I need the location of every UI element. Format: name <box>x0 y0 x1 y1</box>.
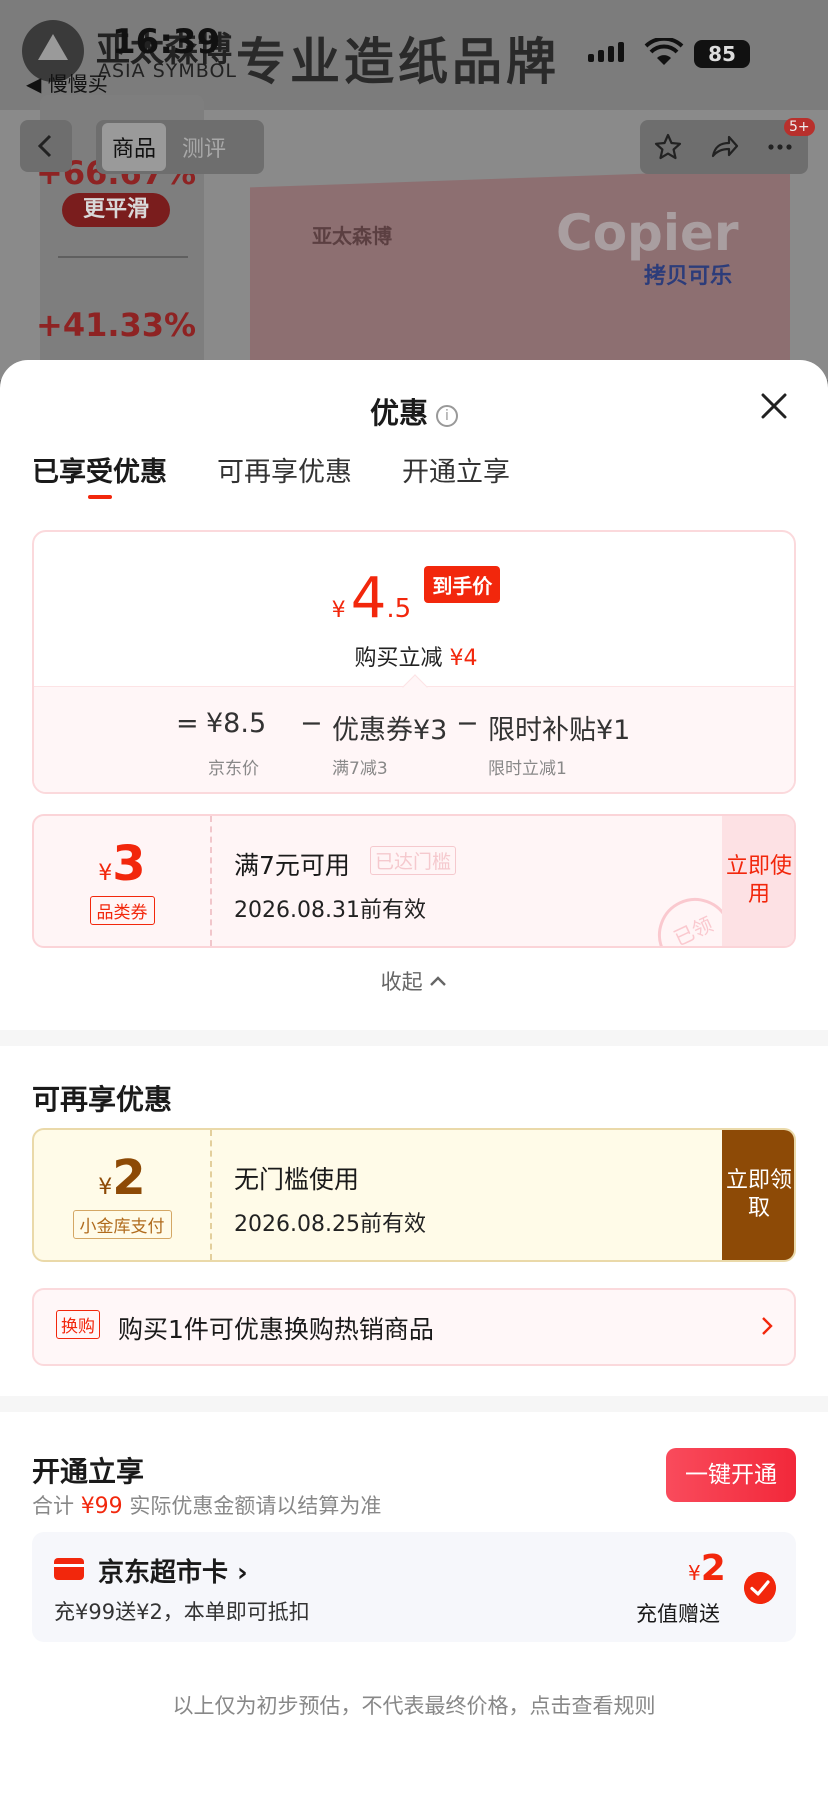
back-button[interactable] <box>20 120 72 172</box>
wifi-icon <box>644 38 684 65</box>
collapse-toggle[interactable]: 收起 <box>0 966 828 996</box>
background-product-page: 亚太森博 ASIA SYMBOL 专业造纸品牌 +66.67% 更平滑 +41.… <box>0 0 828 380</box>
total-prefix: 合计 <box>32 1494 74 1518</box>
sheet-header: 优惠 i <box>0 390 828 432</box>
paper-kaobei-text: 拷贝可乐 <box>644 264 733 289</box>
use-now-button[interactable]: 立即使用 <box>722 816 794 946</box>
chevron-left-icon <box>37 134 52 158</box>
exchange-text: 购买1件可优惠换购热销商品 <box>118 1315 434 1344</box>
gift-label: 充值赠送 <box>636 1602 720 1626</box>
vault-coupon: ¥2 小金库支付 无门槛使用 2026.08.25前有效 立即领取 <box>32 1128 796 1262</box>
signal-icon <box>588 42 624 62</box>
message-badge: 5+ <box>784 118 815 136</box>
formula-jd-price-label: 京东价 <box>208 759 259 779</box>
formula-coupon: 优惠券¥3 <box>332 715 448 746</box>
coupon-condition: 满7元可用 <box>234 851 350 880</box>
brand-name-en: ASIA SYMBOL <box>98 60 237 82</box>
coupon-yen: ¥ <box>98 861 113 886</box>
more-icon[interactable] <box>765 132 795 162</box>
promotion-sheet: 优惠 i 已享受优惠 可再享优惠 开通立享 ¥ 4.5 到手价 购买立减 ¥4 =… <box>0 360 828 1795</box>
card-icon <box>54 1558 84 1580</box>
price-decimal: .5 <box>386 594 412 624</box>
stat-second: +41.33% <box>36 306 197 344</box>
card-description: 充¥99送¥2，本单即可抵扣 <box>54 1600 310 1624</box>
close-icon[interactable] <box>758 390 790 422</box>
price-integer: 4 <box>350 566 387 631</box>
reduction-label: 购买立减 <box>354 646 443 671</box>
star-icon[interactable] <box>653 132 683 162</box>
tab-open-enjoy[interactable]: 开通立享 <box>402 450 510 499</box>
product-nav-tabs: 商品 测评 <box>96 120 264 174</box>
final-price-tag: 到手价 <box>424 566 501 603</box>
yen-symbol: ¥ <box>331 598 346 623</box>
tab-enjoyed[interactable]: 已享受优惠 <box>32 450 167 499</box>
gift-yen: ¥ <box>688 1561 701 1585</box>
coupon-validity: 2026.08.31前有效 <box>234 898 426 923</box>
open-enjoy-title: 开通立享 <box>32 1455 145 1488</box>
status-time: 16:39 <box>112 22 221 62</box>
formula-subsidy: 限时补贴¥1 <box>488 715 631 746</box>
threshold-reached-tag: 已达门槛 <box>370 846 457 875</box>
coupon-value: ¥3 品类券 <box>34 816 210 946</box>
tab-product[interactable]: 商品 <box>102 123 167 171</box>
tab-review[interactable]: 测评 <box>172 123 236 171</box>
formula-minus: − <box>456 708 479 739</box>
battery-icon: 85 <box>694 40 750 68</box>
coupon-amount: 3 <box>112 836 146 892</box>
section-separator <box>0 1030 828 1046</box>
more-offers-title: 可再享优惠 <box>32 1083 173 1116</box>
one-click-open-button[interactable]: 一键开通 <box>666 1448 796 1502</box>
coupon-amount: 2 <box>112 1150 146 1206</box>
exchange-tag: 换购 <box>56 1310 100 1339</box>
rules-disclaimer-link[interactable]: 以上仅为初步预估，不代表最终价格，点击查看规则 <box>0 1690 828 1720</box>
coupon-condition: 无门槛使用 <box>234 1165 360 1194</box>
banner-slogan: 专业造纸品牌 <box>236 33 560 91</box>
claim-now-button[interactable]: 立即领取 <box>722 1130 794 1260</box>
gift-amount: ¥2 <box>688 1548 726 1589</box>
final-price-card: ¥ 4.5 到手价 购买立减 ¥4 = ¥8.5 京东价 − 优惠券¥3 满7减… <box>32 530 796 794</box>
sheet-title: 优惠 <box>369 396 428 430</box>
paper-brand: 亚太森博 <box>312 224 392 248</box>
reduction-amount: ¥4 <box>449 646 478 671</box>
coupon-type-label: 品类券 <box>89 896 155 925</box>
gift-value: 2 <box>700 1548 726 1589</box>
promotion-tabs: 已享受优惠 可再享优惠 开通立享 <box>32 450 510 499</box>
formula-coupon-rule: 满7减3 <box>332 759 388 779</box>
brand-logo-mark <box>38 34 68 60</box>
stat-label: 更平滑 <box>62 193 170 227</box>
total-amount: ¥99 <box>80 1494 123 1519</box>
tab-more-available[interactable]: 可再享优惠 <box>217 450 352 499</box>
exchange-offer-row[interactable]: 换购 购买1件可优惠换购热销商品 <box>32 1288 796 1366</box>
info-icon[interactable]: i <box>436 405 458 427</box>
coupon-yen: ¥ <box>98 1175 113 1200</box>
supermarket-card-option[interactable]: 京东超市卡 › 充¥99送¥2，本单即可抵扣 ¥2 充值赠送 <box>32 1532 796 1642</box>
formula-jd-price: ¥8.5 <box>206 708 267 739</box>
category-coupon: ¥3 品类券 满7元可用 已达门槛 2026.08.31前有效 已领 立即使用 <box>32 814 796 948</box>
formula-subsidy-rule: 限时立减1 <box>488 759 567 779</box>
coupon-validity: 2026.08.25前有效 <box>234 1212 426 1237</box>
chevron-right-icon <box>762 1317 773 1335</box>
instant-reduction: 购买立减 ¥4 <box>34 640 794 672</box>
back-to-app[interactable]: ◀ 慢慢买 <box>26 68 108 97</box>
paper-copier-text: Copier <box>556 204 739 262</box>
coupon-divider <box>210 816 212 946</box>
share-icon[interactable] <box>709 132 739 162</box>
card-name-link[interactable]: 京东超市卡 › <box>98 1552 248 1589</box>
chevron-up-icon <box>430 976 447 986</box>
nav-actions <box>640 120 808 174</box>
total-summary: 合计 ¥99 实际优惠金额请以结算为准 <box>32 1490 381 1520</box>
total-note: 实际优惠金额请以结算为准 <box>129 1494 382 1518</box>
formula-equals: = <box>176 708 199 739</box>
coupon-divider <box>210 1130 212 1260</box>
check-icon[interactable] <box>744 1572 776 1604</box>
divider <box>58 256 188 258</box>
coupon-type-label: 小金库支付 <box>72 1210 172 1239</box>
section-separator <box>0 1396 828 1412</box>
coupon-value: ¥2 小金库支付 <box>34 1130 210 1260</box>
final-price: ¥ 4.5 到手价 <box>34 566 794 631</box>
formula-minus: − <box>300 708 323 739</box>
collapse-label: 收起 <box>380 970 423 994</box>
